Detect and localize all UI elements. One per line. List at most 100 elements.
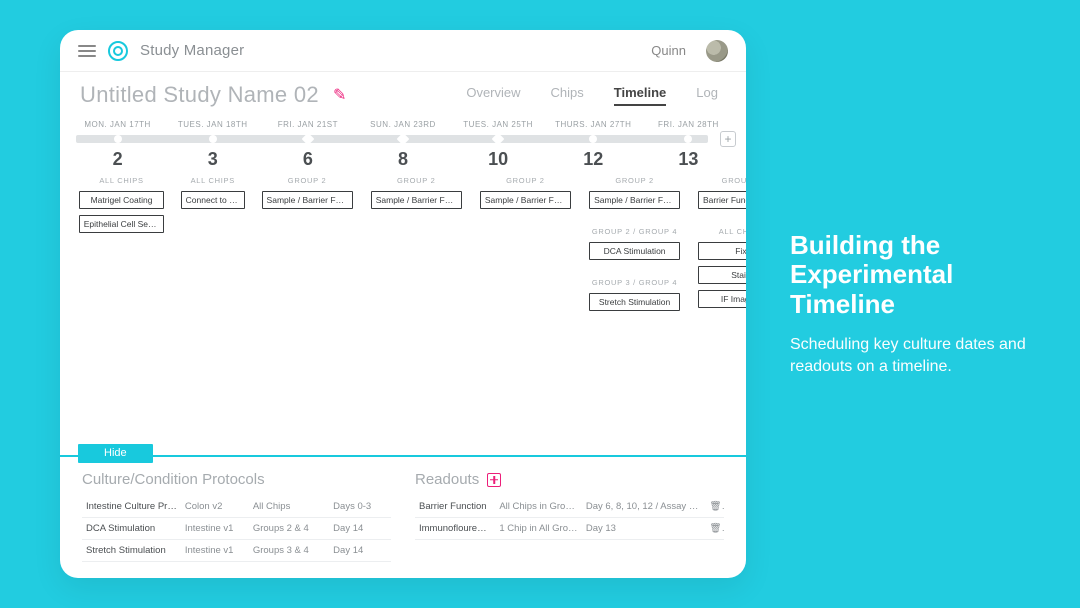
group-label: GROUP 2 [397, 176, 436, 185]
day-knob[interactable] [397, 133, 410, 146]
bottom-panels: Culture/Condition Protocols Intestine Cu… [60, 457, 746, 578]
day-number: 10 [453, 149, 544, 170]
timeline-track[interactable]: + [72, 133, 734, 145]
day-knob[interactable] [684, 135, 692, 143]
protocol-version: Colon v2 [181, 496, 249, 518]
readouts-panel: Readouts Barrier Function All Chips in G… [415, 471, 724, 562]
tab-chips[interactable]: Chips [551, 85, 584, 106]
readouts-title: Readouts [415, 471, 479, 488]
app-window: Study Manager Quinn Untitled Study Name … [60, 30, 746, 578]
timeline-card[interactable]: Stretch Stimulation [589, 293, 680, 311]
day-knob[interactable] [492, 133, 505, 146]
user-name[interactable]: Quinn [651, 43, 686, 58]
readout-days: Day 6, 8, 10, 12 / Assay Day 13 [582, 496, 706, 518]
protocol-name: DCA Stimulation [82, 518, 181, 540]
timeline-card[interactable]: Sample / Barrier Func… [262, 191, 353, 209]
date-header: TUES. JAN 25TH [453, 118, 544, 133]
trash-icon[interactable]: 🗑 [705, 496, 724, 518]
date-header: MON. JAN 17TH [72, 118, 163, 133]
group-label: GROUP 2 [506, 176, 545, 185]
table-row[interactable]: DCA Stimulation Intestine v1 Groups 2 & … [82, 518, 391, 540]
timeline: MON. JAN 17TH TUES. JAN 18TH FRI. JAN 21… [60, 114, 746, 400]
group-label: ALL CHIPS [719, 227, 746, 236]
day-knob[interactable] [301, 133, 314, 146]
protocol-scope: All Chips [249, 496, 329, 518]
day-number: 13 [643, 149, 734, 170]
timeline-card[interactable]: Sample / Barrier Func… [371, 191, 462, 209]
timeline-card[interactable]: Sample / Barrier Func… [589, 191, 680, 209]
trash-icon[interactable]: 🗑 [705, 518, 724, 540]
hide-panel-button[interactable]: Hide [78, 444, 153, 463]
day-number: 2 [72, 149, 163, 170]
protocols-title: Culture/Condition Protocols [82, 471, 391, 488]
caption-body: Scheduling key culture dates and readout… [790, 334, 1030, 377]
readout-name: Barrier Function [415, 496, 495, 518]
protocols-panel: Culture/Condition Protocols Intestine Cu… [82, 471, 391, 562]
group-label: ALL CHIPS [99, 176, 143, 185]
day-knob[interactable] [209, 135, 217, 143]
add-day-button[interactable]: + [720, 131, 736, 147]
date-header: FRI. JAN 21ST [262, 118, 353, 133]
app-name: Study Manager [140, 42, 244, 59]
date-header: THURS. JAN 27TH [548, 118, 639, 133]
edit-title-icon[interactable]: ✎ [333, 85, 346, 105]
group-label: GROUP 2 [288, 176, 327, 185]
table-row[interactable]: Stretch Stimulation Intestine v1 Groups … [82, 540, 391, 562]
readout-days: Day 13 [582, 518, 706, 540]
protocol-days: Day 14 [329, 518, 391, 540]
day-knob[interactable] [114, 135, 122, 143]
day-knob[interactable] [589, 135, 597, 143]
avatar[interactable] [706, 40, 728, 62]
tab-timeline[interactable]: Timeline [614, 85, 667, 106]
protocol-scope: Groups 3 & 4 [249, 540, 329, 562]
table-row[interactable]: Barrier Function All Chips in Group 2 Da… [415, 496, 724, 518]
date-header: SUN. JAN 23RD [357, 118, 448, 133]
day-column: GROUP 2 Sample / Barrier Func… [364, 170, 469, 400]
readout-scope: All Chips in Group 2 [495, 496, 582, 518]
timeline-card[interactable]: Fix [698, 242, 746, 260]
day-number: 8 [357, 149, 448, 170]
caption-title: Building the Experimental Timeline [790, 231, 1030, 321]
tab-overview[interactable]: Overview [466, 85, 520, 106]
view-tabs: Overview Chips Timeline Log [466, 85, 726, 106]
day-column: GROUP 2 Sample / Barrier Func… [254, 170, 359, 400]
table-row[interactable]: Immunoflourescence 1 Chip in All Groups … [415, 518, 724, 540]
day-column: ALL CHIPS Matrigel Coating Epithelial Ce… [72, 170, 171, 400]
title-row: Untitled Study Name 02 ✎ Overview Chips … [60, 72, 746, 114]
day-number: 12 [548, 149, 639, 170]
day-number: 3 [167, 149, 258, 170]
day-column: GROUP 2 Sample / Barrier Func… [473, 170, 578, 400]
brand-icon [108, 41, 128, 61]
protocol-scope: Groups 2 & 4 [249, 518, 329, 540]
day-number: 6 [262, 149, 353, 170]
protocol-name: Intestine Culture Protocol [82, 496, 181, 518]
timeline-card[interactable]: Stain [698, 266, 746, 284]
day-column: ALL CHIPS Connect to Flow [175, 170, 250, 400]
group-label: ALL CHIPS [191, 176, 235, 185]
table-row[interactable]: Intestine Culture Protocol Colon v2 All … [82, 496, 391, 518]
study-title: Untitled Study Name 02 [80, 82, 319, 108]
protocol-name: Stretch Stimulation [82, 540, 181, 562]
date-header: TUES. JAN 18TH [167, 118, 258, 133]
menu-icon[interactable] [78, 45, 96, 57]
protocol-version: Intestine v1 [181, 518, 249, 540]
timeline-card[interactable]: Connect to Flow [181, 191, 245, 209]
day-column: GROUP 2 Sample / Barrier Func… GROUP 2 /… [582, 170, 687, 400]
timeline-card[interactable]: Epithelial Cell Seeding [79, 215, 165, 233]
readout-scope: 1 Chip in All Groups [495, 518, 582, 540]
protocol-version: Intestine v1 [181, 540, 249, 562]
timeline-card[interactable]: Matrigel Coating [79, 191, 165, 209]
add-readout-icon[interactable] [487, 473, 501, 487]
topbar: Study Manager Quinn [60, 30, 746, 72]
tab-log[interactable]: Log [696, 85, 718, 106]
day-column: GROUP 2 Barrier Function Assay ALL CHIPS… [691, 170, 746, 400]
group-label: GROUP 2 / GROUP 4 [592, 227, 677, 236]
timeline-card[interactable]: DCA Stimulation [589, 242, 680, 260]
slide-caption: Building the Experimental Timeline Sched… [790, 231, 1030, 378]
timeline-card[interactable]: Barrier Function Assay [698, 191, 746, 209]
timeline-card[interactable]: Sample / Barrier Func… [480, 191, 571, 209]
timeline-card[interactable]: IF Imaging [698, 290, 746, 308]
group-label: GROUP 3 / GROUP 4 [592, 278, 677, 287]
protocol-days: Days 0-3 [329, 496, 391, 518]
readout-name: Immunoflourescence [415, 518, 495, 540]
